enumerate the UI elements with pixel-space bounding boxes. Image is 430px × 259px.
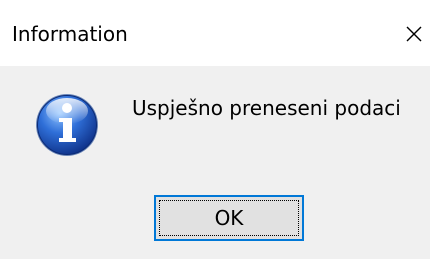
window-title: Information <box>12 22 128 46</box>
dialog-message: Uspješno preneseni podaci <box>132 96 401 120</box>
ok-button[interactable]: OK <box>154 195 304 241</box>
ok-button-label: OK <box>159 200 299 236</box>
information-icon <box>34 92 100 158</box>
close-button[interactable] <box>398 18 430 50</box>
title-bar: Information <box>0 0 430 66</box>
message-dialog: Information Uspješno preneseni podaci OK <box>0 0 430 259</box>
close-x-icon <box>406 26 422 42</box>
